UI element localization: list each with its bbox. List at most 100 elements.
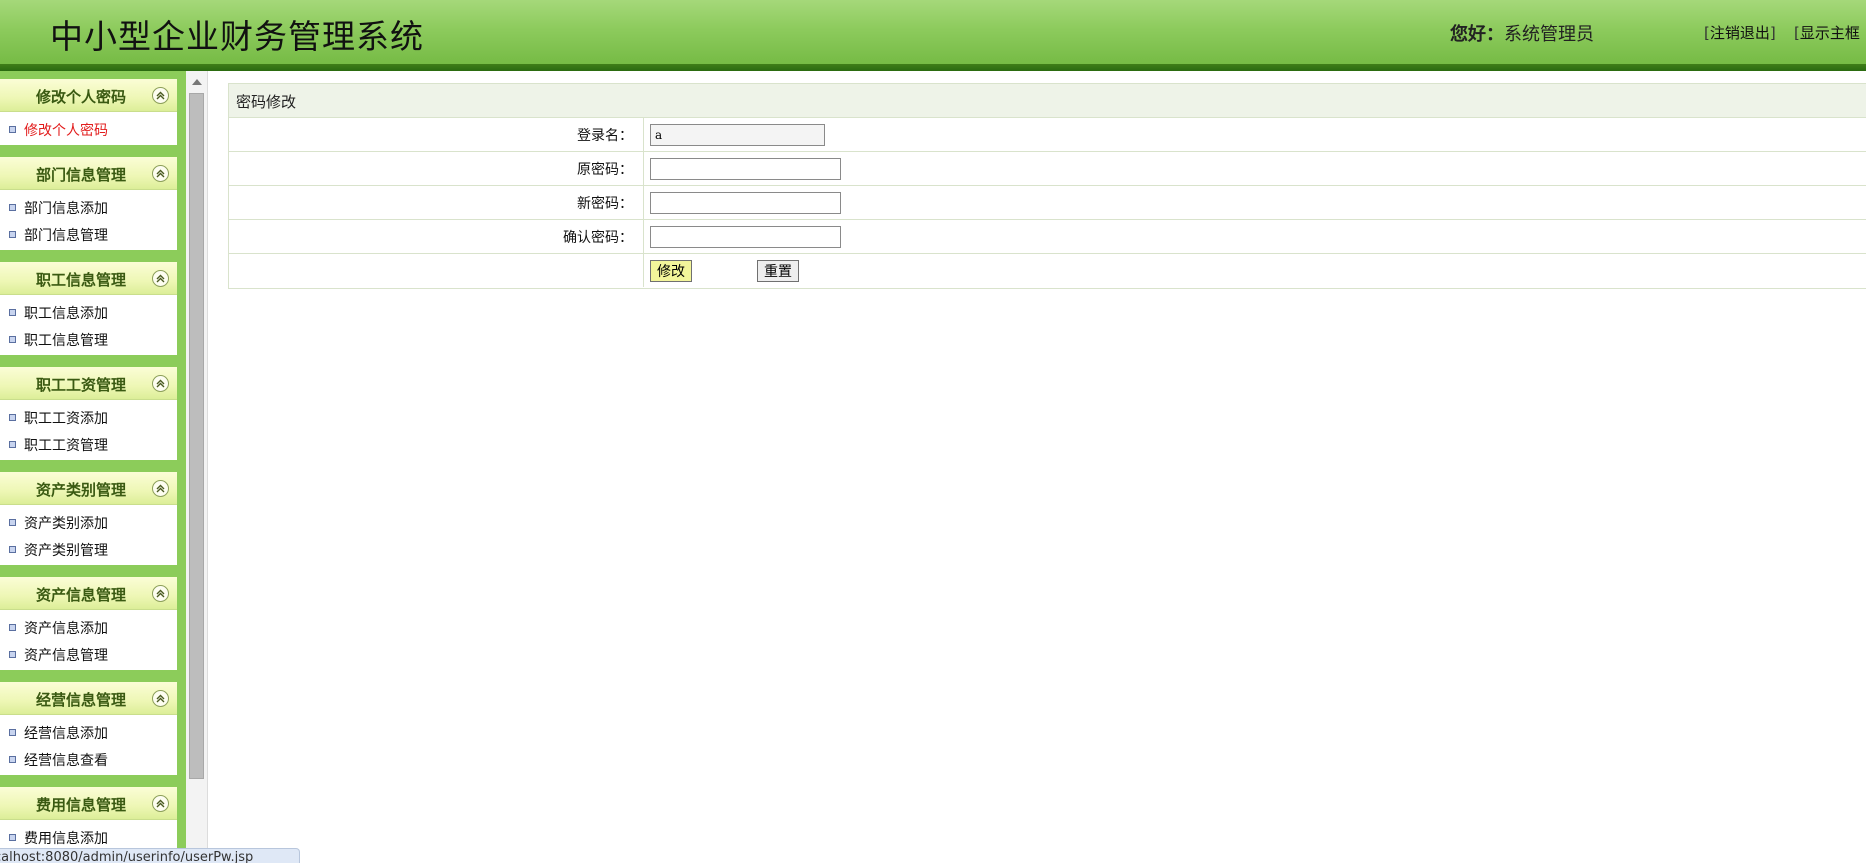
app-title: 中小型企业财务管理系统 [50, 17, 424, 56]
bullet-icon [9, 756, 16, 763]
scrollbar-thumb[interactable] [189, 93, 204, 779]
form-row-actions: 修改 重置 [229, 254, 1866, 288]
panel-header: 密码修改 [229, 84, 1866, 118]
sidebar-group-title: 资产类别管理 [36, 481, 127, 499]
scroll-up-arrow-icon[interactable] [192, 79, 202, 85]
logout-label: 注销退出 [1709, 24, 1770, 42]
sidebar-menu-item[interactable]: 部门信息管理 [0, 221, 177, 248]
old-password-input[interactable] [650, 158, 841, 180]
form-row-login: 登录名： [229, 118, 1866, 152]
sidebar-group-title: 部门信息管理 [36, 166, 127, 184]
show-main-frame-link[interactable]: [显示主框 [1794, 22, 1860, 43]
confirm-password-input[interactable] [650, 226, 841, 248]
sidebar-menu-item-label: 经营信息添加 [24, 726, 108, 742]
sidebar-menu-item[interactable]: 资产类别添加 [0, 509, 177, 536]
bullet-icon [9, 231, 16, 238]
user-name: 系统管理员 [1504, 24, 1594, 45]
sidebar-group-header[interactable]: 资产信息管理 [0, 577, 177, 610]
sidebar-menu-item-label: 职工信息添加 [24, 306, 108, 322]
bullet-icon [9, 834, 16, 841]
sidebar-group-title: 费用信息管理 [36, 796, 127, 814]
sidebar-menu-item[interactable]: 经营信息添加 [0, 719, 177, 746]
sidebar-menu-item-label: 职工信息管理 [24, 333, 108, 349]
sidebar-menu-item-label: 资产信息添加 [24, 621, 108, 637]
login-name-input[interactable] [650, 124, 825, 146]
collapse-chevron-up-icon[interactable] [152, 375, 169, 392]
new-password-input[interactable] [650, 192, 841, 214]
sidebar-group-header[interactable]: 资产类别管理 [0, 472, 177, 505]
bullet-icon [9, 414, 16, 421]
panel-title: 密码修改 [236, 93, 297, 111]
show-main-label: 显示主框 [1799, 24, 1860, 42]
sidebar-menu-item-label: 资产类别添加 [24, 516, 108, 532]
bullet-icon [9, 546, 16, 553]
sidebar-group-header[interactable]: 修改个人密码 [0, 79, 177, 112]
login-label: 登录名： [577, 128, 633, 144]
sidebar-group: 费用信息管理费用信息添加 [0, 787, 177, 853]
sidebar-menu-item[interactable]: 部门信息添加 [0, 194, 177, 221]
sidebar-menu-item-label: 修改个人密码 [24, 123, 108, 139]
bullet-icon [9, 729, 16, 736]
greeting: 您好：系统管理员 [1450, 20, 1594, 46]
sidebar-menu-item[interactable]: 职工信息管理 [0, 326, 177, 353]
reset-button[interactable]: 重置 [757, 260, 799, 282]
sidebar-group: 职工信息管理 职工信息添加 职工信息管理 [0, 262, 177, 355]
sidebar-menu-item[interactable]: 资产信息管理 [0, 641, 177, 668]
sidebar-menu-item-label: 职工工资管理 [24, 438, 108, 454]
header-bar: 中小型企业财务管理系统 您好：系统管理员 [注销退出] [显示主框 [0, 0, 1866, 64]
status-url: calhost:8080/admin/userinfo/userPw.jsp [0, 850, 254, 863]
sidebar-menu-item-label: 经营信息查看 [24, 753, 108, 769]
bullet-icon [9, 204, 16, 211]
sidebar-menu-item-label: 资产信息管理 [24, 648, 108, 664]
sidebar-group: 资产类别管理 资产类别添加 资产类别管理 [0, 472, 177, 565]
bullet-icon [9, 309, 16, 316]
collapse-chevron-up-icon[interactable] [152, 795, 169, 812]
sidebar-group-title: 职工工资管理 [36, 376, 127, 394]
collapse-chevron-up-icon[interactable] [152, 165, 169, 182]
sidebar-menu-item-label: 费用信息添加 [24, 831, 108, 847]
collapse-chevron-up-icon[interactable] [152, 480, 169, 497]
sidebar-group-header[interactable]: 费用信息管理 [0, 787, 177, 820]
sidebar-group: 部门信息管理 部门信息添加 部门信息管理 [0, 157, 177, 250]
collapse-chevron-up-icon[interactable] [152, 585, 169, 602]
form-row-new-password: 新密码： [229, 186, 1866, 220]
bullet-icon [9, 126, 16, 133]
sidebar-group-header[interactable]: 职工工资管理 [0, 367, 177, 400]
sidebar: 修改个人密码 修改个人密码 部门信息管理 部门信息添加 部门信息管理 职工信息管理 职工信息… [0, 71, 186, 863]
sidebar-menu-item-label: 部门信息添加 [24, 201, 108, 217]
confirm-password-label: 确认密码： [563, 230, 633, 246]
sidebar-menu-item[interactable]: 职工工资管理 [0, 431, 177, 458]
form-row-confirm-password: 确认密码： [229, 220, 1866, 254]
sidebar-group-title: 经营信息管理 [36, 691, 127, 709]
old-password-label: 原密码： [577, 162, 633, 178]
new-password-label: 新密码： [577, 196, 633, 212]
sidebar-menu-item[interactable]: 经营信息查看 [0, 746, 177, 773]
sidebar-menu-item[interactable]: 修改个人密码 [0, 116, 177, 143]
collapse-chevron-up-icon[interactable] [152, 87, 169, 104]
sidebar-menu-item[interactable]: 费用信息添加 [0, 824, 177, 851]
sidebar-group: 职工工资管理 职工工资添加 职工工资管理 [0, 367, 177, 460]
sidebar-group-title: 修改个人密码 [36, 88, 127, 106]
sidebar-group-title: 职工信息管理 [36, 271, 127, 289]
sidebar-menu-item[interactable]: 职工信息添加 [0, 299, 177, 326]
sidebar-group-header[interactable]: 职工信息管理 [0, 262, 177, 295]
collapse-chevron-up-icon[interactable] [152, 270, 169, 287]
sidebar-group-header[interactable]: 经营信息管理 [0, 682, 177, 715]
sidebar-menu-item[interactable]: 资产类别管理 [0, 536, 177, 563]
logout-link[interactable]: [注销退出] [1704, 22, 1776, 43]
sidebar-menu-item-label: 部门信息管理 [24, 228, 108, 244]
status-bar-url: calhost:8080/admin/userinfo/userPw.jsp [0, 848, 300, 863]
submit-button[interactable]: 修改 [650, 260, 692, 282]
password-form-panel: 密码修改 登录名： 原密码： 新密码： 确认密码： 修改 重置 [228, 83, 1866, 289]
sidebar-group-title: 资产信息管理 [36, 586, 127, 604]
collapse-chevron-up-icon[interactable] [152, 690, 169, 707]
sidebar-group-header[interactable]: 部门信息管理 [0, 157, 177, 190]
form-row-old-password: 原密码： [229, 152, 1866, 186]
sidebar-group: 经营信息管理经营信息添加 经营信息查看 [0, 682, 177, 775]
sidebar-menu-item-label: 职工工资添加 [24, 411, 108, 427]
app-window: 中小型企业财务管理系统 您好：系统管理员 [注销退出] [显示主框 修改个人密码… [0, 0, 1866, 863]
sidebar-menu-item[interactable]: 职工工资添加 [0, 404, 177, 431]
sidebar-group: 资产信息管理 资产信息添加 资产信息管理 [0, 577, 177, 670]
sidebar-scrollbar[interactable] [186, 71, 208, 863]
sidebar-menu-item[interactable]: 资产信息添加 [0, 614, 177, 641]
